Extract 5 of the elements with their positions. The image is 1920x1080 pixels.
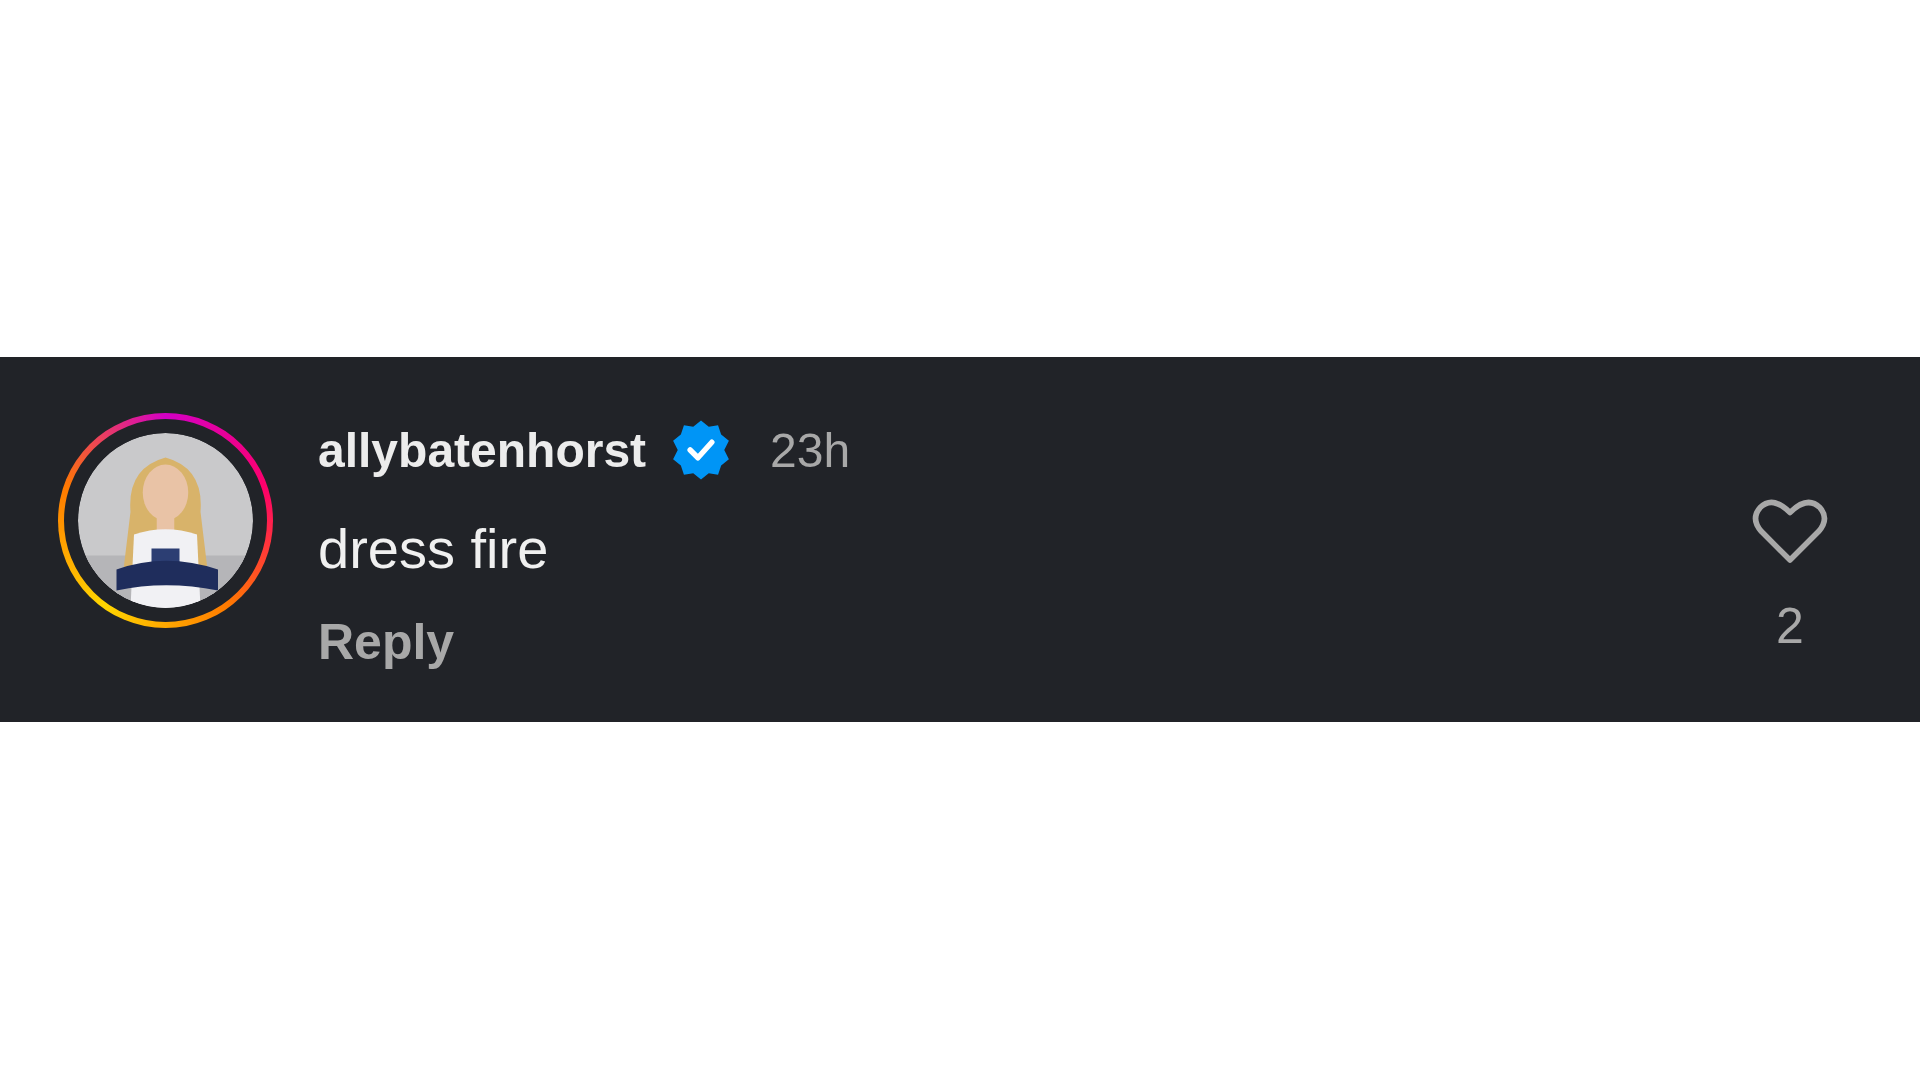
comment-text: dress fire bbox=[318, 521, 550, 577]
like-count: 2 bbox=[1776, 601, 1804, 651]
reply-button[interactable]: Reply bbox=[318, 617, 455, 667]
comment-time: 23h bbox=[770, 422, 851, 478]
username[interactable]: allybatenhorst bbox=[318, 422, 647, 478]
